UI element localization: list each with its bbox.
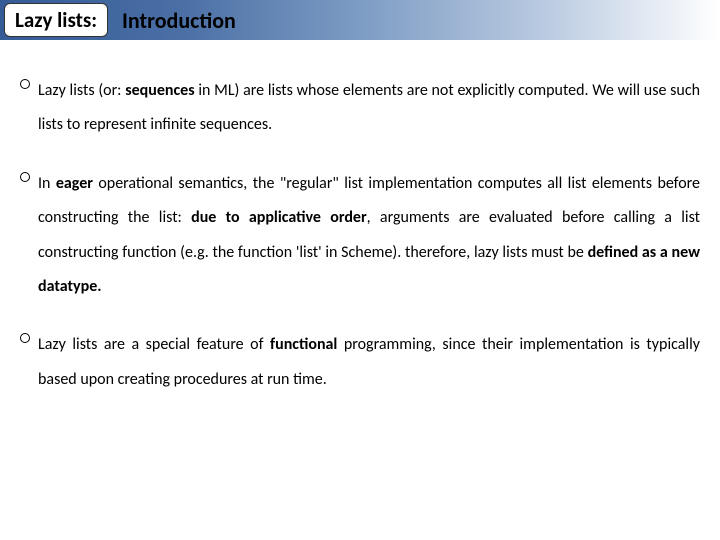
topic-badge: Lazy lists:	[4, 3, 108, 37]
bullet-text: Lazy lists (or: sequences in ML) are lis…	[38, 74, 700, 143]
bold-text: eager	[56, 174, 93, 193]
slide: Lazy lists: Introduction Lazy lists (or:…	[0, 0, 720, 540]
circle-bullet-icon	[20, 79, 30, 89]
text-fragment: Lazy lists (or:	[38, 81, 125, 100]
circle-bullet-icon	[20, 172, 30, 182]
bold-text: due to applicative order	[191, 208, 367, 227]
bullet-item: Lazy lists are a special feature of func…	[20, 328, 700, 397]
slide-title: Introduction	[122, 7, 236, 34]
bullet-item: In eager operational semantics, the "reg…	[20, 167, 700, 305]
bold-text: sequences	[125, 81, 194, 100]
text-fragment: In	[38, 174, 56, 193]
text-fragment: Lazy lists are a special feature of	[38, 335, 270, 354]
circle-bullet-icon	[20, 333, 30, 343]
bold-text: functional	[270, 335, 337, 354]
bullet-text: Lazy lists are a special feature of func…	[38, 328, 700, 397]
bullet-text: In eager operational semantics, the "reg…	[38, 167, 700, 305]
content-area: Lazy lists (or: sequences in ML) are lis…	[0, 40, 720, 431]
bullet-item: Lazy lists (or: sequences in ML) are lis…	[20, 74, 700, 143]
header-band: Lazy lists: Introduction	[0, 0, 720, 40]
